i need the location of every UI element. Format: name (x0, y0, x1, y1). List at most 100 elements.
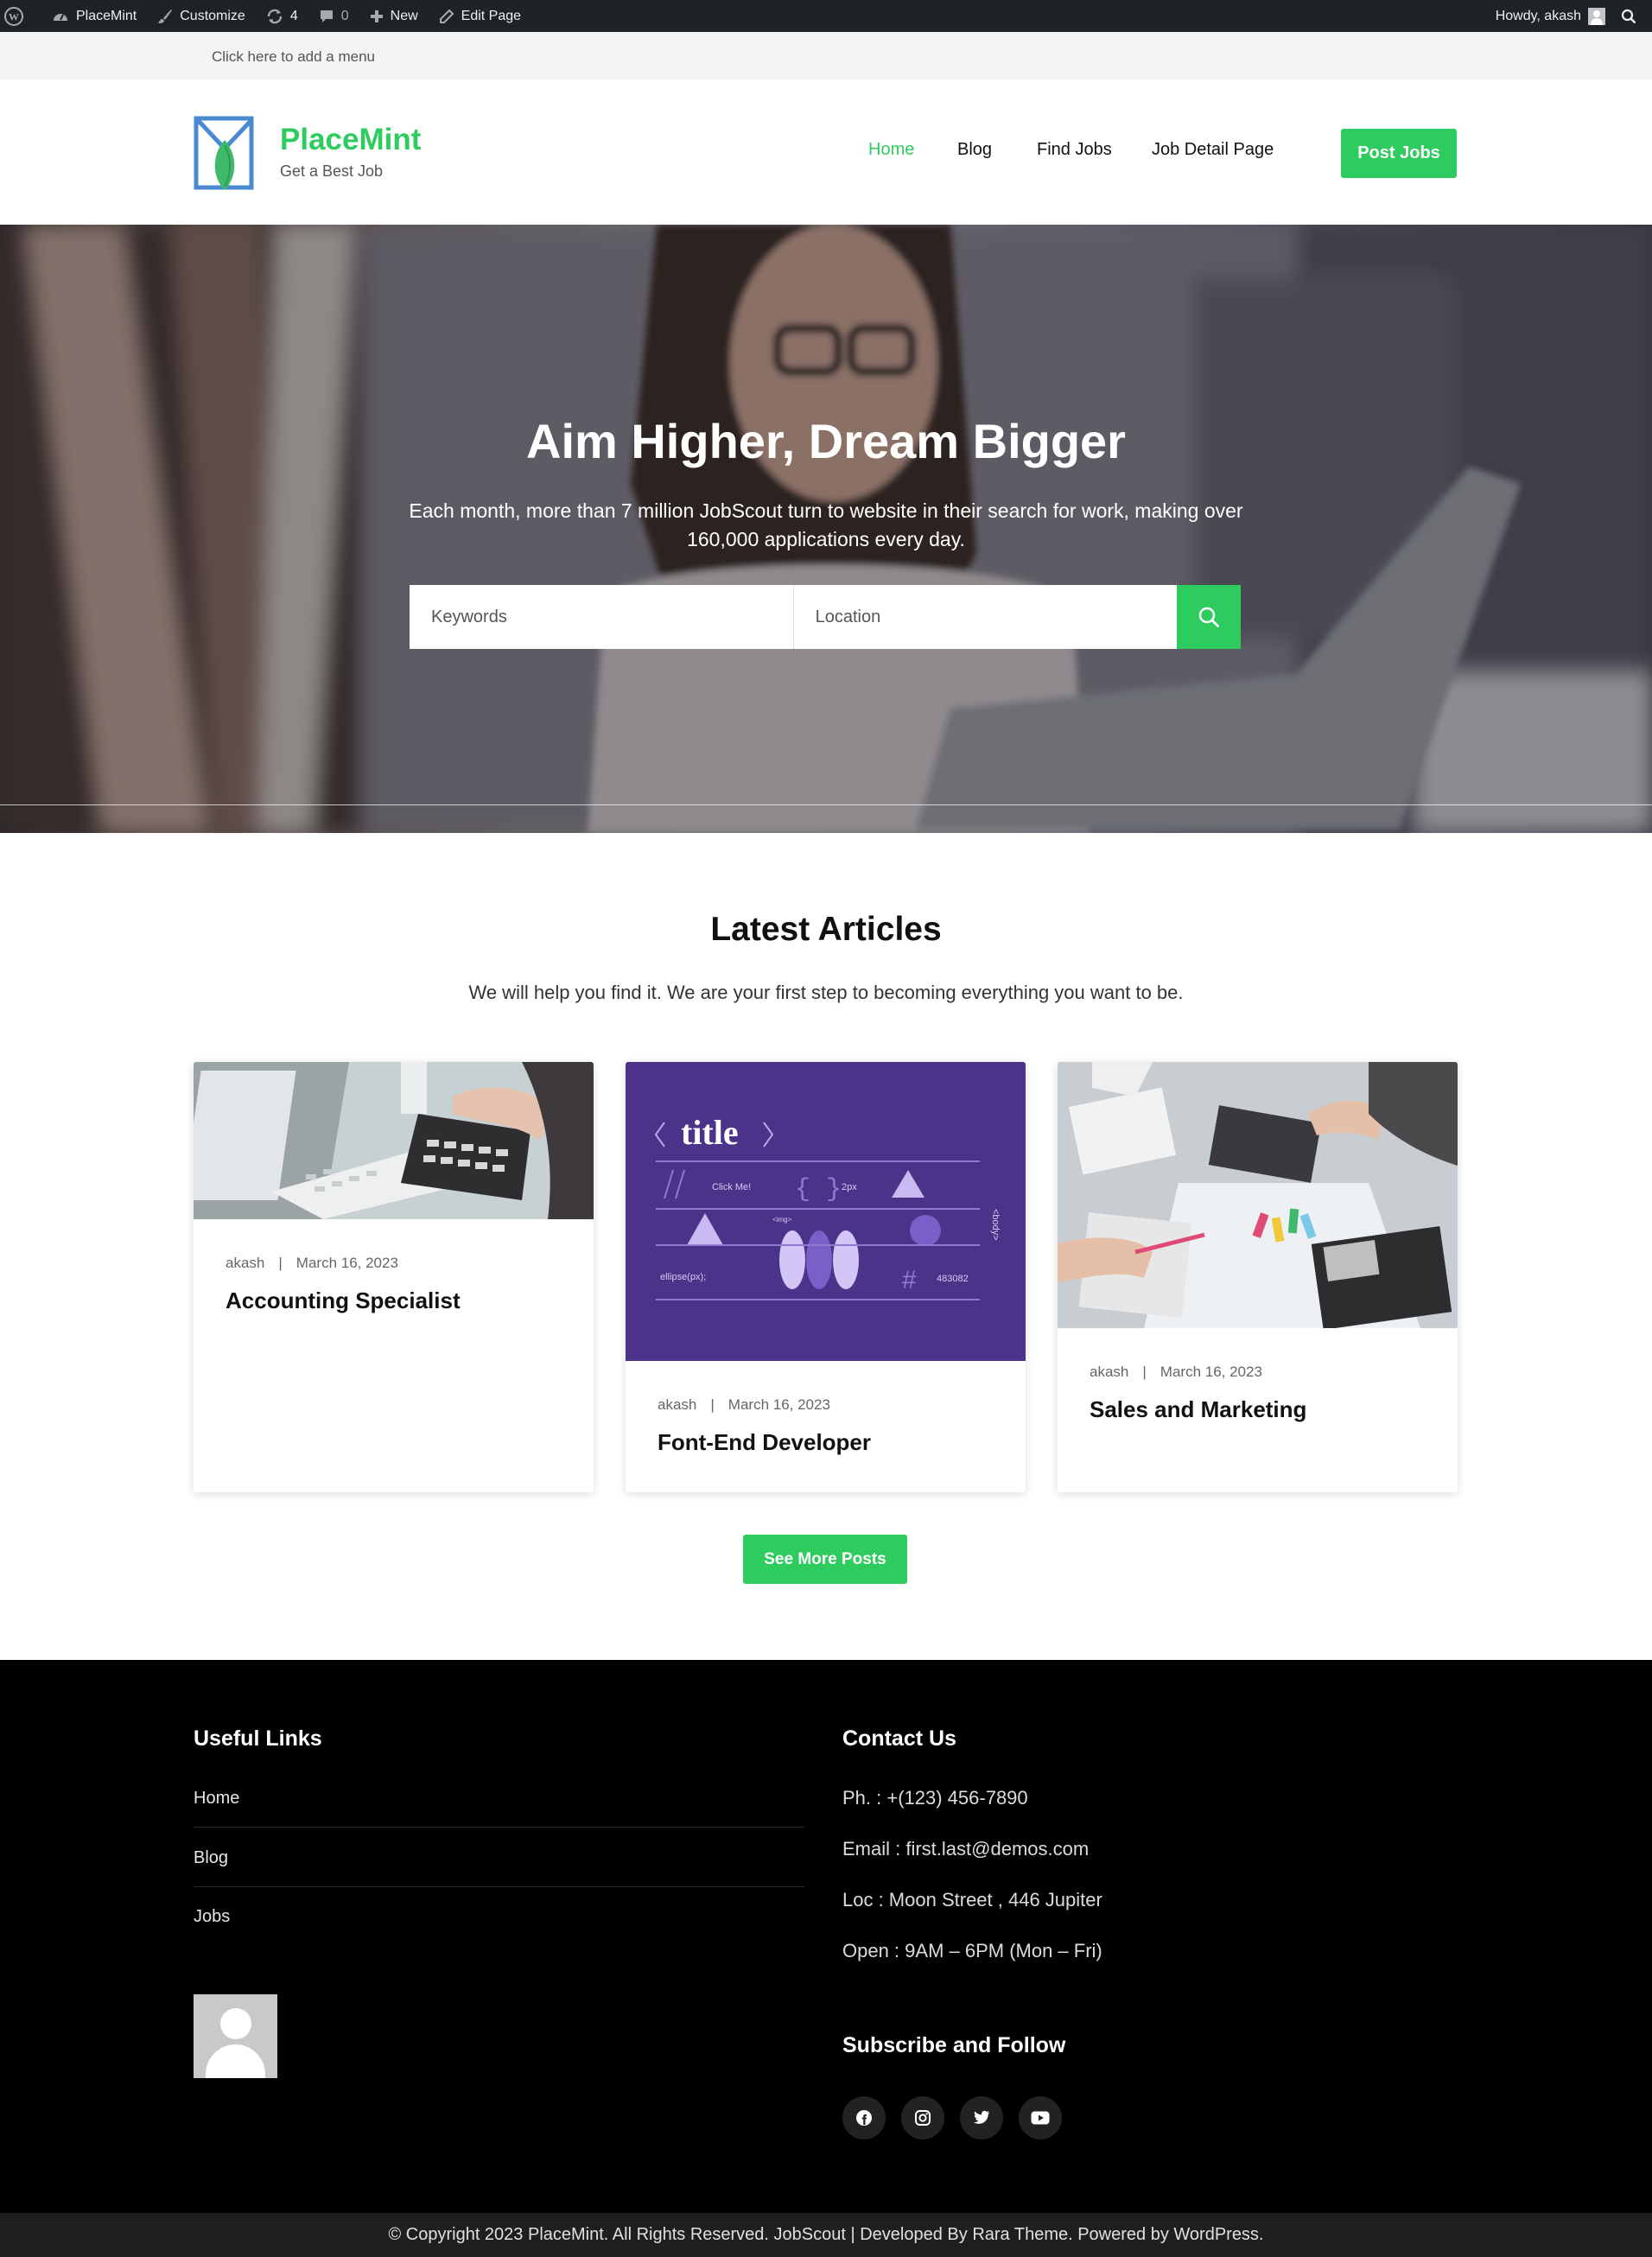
plus-icon (370, 10, 383, 22)
add-menu-link[interactable]: Click here to add a menu (212, 48, 375, 66)
howdy-text: Howdy, akash (1495, 8, 1581, 23)
article-image-sales[interactable] (1058, 1062, 1458, 1328)
contact-phone: Ph. : +(123) 456-7890 (842, 1787, 1028, 1809)
keywords-input[interactable] (410, 585, 793, 649)
article-meta: akash | March 16, 2023 (658, 1396, 830, 1414)
location-input[interactable] (793, 585, 1178, 649)
graphic-hex: 483082 (937, 1274, 969, 1284)
nav-home[interactable]: Home (868, 140, 914, 160)
site-logo[interactable] (194, 114, 256, 192)
my-account-link[interactable]: Howdy, akash (1485, 0, 1612, 32)
wordpress-logo-icon[interactable]: W (0, 0, 41, 32)
instagram-link[interactable] (901, 2096, 944, 2139)
footer-link-blog[interactable]: Blog (194, 1848, 228, 1868)
articles-title: Latest Articles (710, 911, 942, 948)
meta-separator: | (710, 1396, 715, 1413)
article-title[interactable]: Font-End Developer (658, 1429, 871, 1456)
copyright-text: © Copyright 2023 PlaceMint. All Rights R… (388, 2225, 1264, 2244)
updates-icon (267, 9, 283, 23)
admin-bar: W PlaceMint Customize 4 0 New Edit Page … (0, 0, 1652, 32)
site-footer: Useful Links Home Blog Jobs Contact Us P… (0, 1660, 1652, 2213)
comments-count: 0 (340, 8, 349, 23)
comments-link[interactable]: 0 (308, 0, 359, 32)
article-date[interactable]: March 16, 2023 (1160, 1364, 1262, 1380)
site-tagline: Get a Best Job (280, 162, 384, 180)
meta-separator: | (278, 1255, 283, 1271)
search-icon (1198, 607, 1220, 627)
youtube-link[interactable] (1019, 2096, 1062, 2139)
facebook-icon (856, 2110, 872, 2126)
contact-us-title: Contact Us (842, 1726, 956, 1751)
nav-job-detail-page[interactable]: Job Detail Page (1152, 140, 1274, 160)
hero-title: Aim Higher, Dream Bigger (526, 414, 1126, 468)
see-more-posts-button[interactable]: See More Posts (743, 1535, 907, 1584)
useful-links-title: Useful Links (194, 1726, 322, 1751)
nav-blog[interactable]: Blog (957, 140, 992, 160)
footer-link-home[interactable]: Home (194, 1789, 239, 1809)
article-author[interactable]: akash (226, 1255, 264, 1271)
footer-link-jobs[interactable]: Jobs (194, 1907, 230, 1927)
secondary-menu-strip: Click here to add a menu (0, 32, 1652, 79)
facebook-link[interactable] (842, 2096, 886, 2139)
svg-text:#: # (902, 1266, 917, 1294)
site-header: PlaceMint Get a Best Job Home Blog Find … (0, 79, 1652, 225)
graphic-title-text: title (681, 1113, 739, 1152)
meta-separator: | (1142, 1364, 1147, 1380)
twitter-link[interactable] (960, 2096, 1003, 2139)
footer-avatar-image (194, 1994, 277, 2078)
footer-link-divider (194, 1827, 804, 1828)
hero-banner: Aim Higher, Dream Bigger Each month, mor… (0, 225, 1652, 833)
job-search-form (410, 585, 1241, 649)
nav-find-jobs[interactable]: Find Jobs (1037, 140, 1112, 160)
edit-page-link[interactable]: Edit Page (429, 0, 531, 32)
site-title[interactable]: PlaceMint (280, 123, 421, 157)
new-label: New (390, 8, 418, 23)
search-button[interactable] (1177, 585, 1241, 649)
comment-icon (320, 10, 333, 22)
new-content-link[interactable]: New (359, 0, 429, 32)
pencil-icon (439, 9, 454, 23)
svg-text:W: W (9, 10, 19, 22)
youtube-icon (1031, 2111, 1050, 2125)
updates-link[interactable]: 4 (256, 0, 308, 32)
contact-location: Loc : Moon Street , 446 Jupiter (842, 1889, 1102, 1911)
footer-link-divider (194, 1886, 804, 1887)
admin-avatar (1588, 7, 1605, 25)
updates-count: 4 (289, 8, 298, 23)
article-meta: akash | March 16, 2023 (1090, 1364, 1262, 1381)
graphic-px: 2px (842, 1182, 857, 1192)
article-author[interactable]: akash (658, 1396, 696, 1413)
article-author[interactable]: akash (1090, 1364, 1128, 1380)
article-meta: akash | March 16, 2023 (226, 1255, 398, 1272)
svg-text:{ }: { } (795, 1175, 842, 1205)
admin-site-link[interactable]: PlaceMint (41, 0, 147, 32)
customize-link[interactable]: Customize (147, 0, 256, 32)
contact-hours: Open : 9AM – 6PM (Mon – Fri) (842, 1940, 1102, 1961)
article-card[interactable]: title Click Me! { } 2px <img> ellipse(px… (626, 1062, 1026, 1492)
brush-icon (158, 9, 173, 23)
copyright-bar: © Copyright 2023 PlaceMint. All Rights R… (0, 2213, 1652, 2257)
article-date[interactable]: March 16, 2023 (296, 1255, 398, 1271)
graphic-body: <body> (990, 1209, 1001, 1241)
articles-subtitle: We will help you find it. We are your fi… (468, 982, 1184, 1003)
customize-label: Customize (180, 8, 245, 23)
twitter-icon (974, 2110, 989, 2124)
admin-search-button[interactable] (1612, 0, 1652, 32)
contact-email: Email : first.last@demos.com (842, 1838, 1090, 1860)
article-title[interactable]: Accounting Specialist (226, 1287, 461, 1314)
post-jobs-button[interactable]: Post Jobs (1341, 129, 1457, 178)
graphic-click-me: Click Me! (712, 1182, 751, 1192)
search-icon (1621, 9, 1636, 23)
article-image-frontend[interactable]: title Click Me! { } 2px <img> ellipse(px… (626, 1062, 1026, 1361)
admin-site-name: PlaceMint (76, 8, 137, 23)
article-card[interactable]: akash | March 16, 2023 Sales and Marketing (1058, 1062, 1458, 1492)
article-card[interactable]: akash | March 16, 2023 Accounting Speciali… (194, 1062, 594, 1492)
graphic-img: <img> (772, 1216, 792, 1224)
hero-divider-line (0, 804, 1652, 805)
instagram-icon (915, 2110, 931, 2126)
dashboard-icon (54, 13, 67, 21)
article-title[interactable]: Sales and Marketing (1090, 1396, 1306, 1423)
article-date[interactable]: March 16, 2023 (728, 1396, 830, 1413)
hero-subtitle: Each month, more than 7 million JobScout… (409, 499, 1243, 550)
article-image-accounting[interactable] (194, 1062, 594, 1219)
